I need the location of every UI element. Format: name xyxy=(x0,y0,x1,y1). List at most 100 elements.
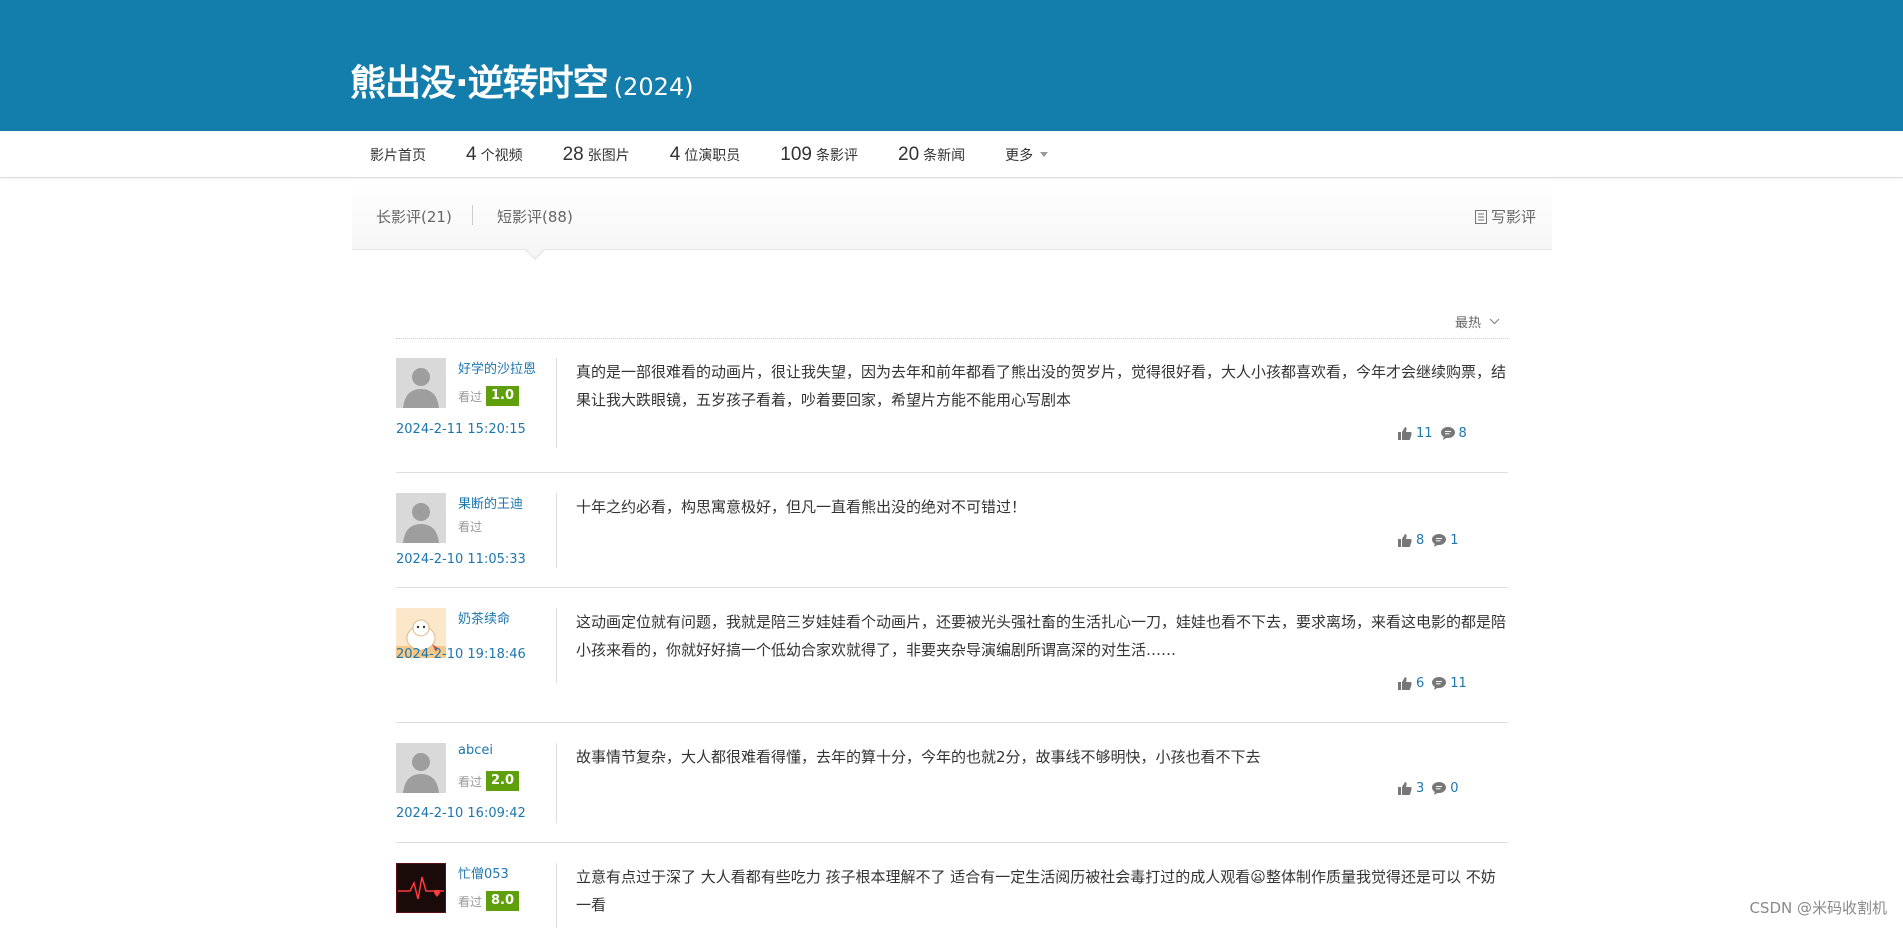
default-user-avatar-icon xyxy=(396,358,446,408)
nav-images-label: 张图片 xyxy=(587,147,630,164)
review-username[interactable]: 好学的沙拉恩 xyxy=(458,358,536,377)
review-date[interactable]: 2024-2-10 19:18:46 xyxy=(396,647,526,662)
comment-icon[interactable] xyxy=(1440,427,1455,440)
default-user-avatar-icon xyxy=(396,493,446,543)
movie-nav-bar: 影片首页 4 个视频 28 张图片 4 位演职员 109 条影评 20 条新闻 更多 xyxy=(0,131,1903,178)
review-date[interactable]: 2024-2-11 15:20:15 xyxy=(396,422,526,437)
nav-videos-label: 个视频 xyxy=(480,147,523,164)
column-divider xyxy=(556,493,557,568)
watched-status: 看过 8.0 xyxy=(458,891,520,911)
review-username[interactable]: 奶茶续命 xyxy=(458,608,510,627)
thumbs-up-icon[interactable] xyxy=(1398,782,1412,795)
sort-label: 最热 xyxy=(1455,316,1482,331)
review-username[interactable]: 忙僧053 xyxy=(458,863,509,882)
review-date[interactable]: 2024-2-10 16:09:42 xyxy=(396,806,526,821)
review-date[interactable]: 2024-2-10 11:05:33 xyxy=(396,552,526,567)
like-count: 8 xyxy=(1416,533,1425,548)
review-content: 立意有点过于深了 大人看都有些吃力 孩子根本理解不了 适合有一定生活阅历被社会毒… xyxy=(576,868,1496,914)
nav-images[interactable]: 28 张图片 xyxy=(563,144,630,166)
nav-images-count: 28 xyxy=(562,143,584,165)
watched-label: 看过 xyxy=(458,520,483,534)
comment-count: 0 xyxy=(1450,781,1459,796)
review-item: 果断的王迪 看过 2024-2-10 11:05:33 十年之约必看，构思寓意极… xyxy=(396,473,1508,588)
thumbs-up-icon[interactable] xyxy=(1398,427,1412,440)
nav-reviews[interactable]: 109 条影评 xyxy=(780,144,858,166)
write-review-label: 写影评 xyxy=(1490,208,1536,226)
like-count: 3 xyxy=(1416,781,1425,796)
review-actions: 8 1 xyxy=(1398,533,1467,548)
avatar[interactable] xyxy=(396,358,446,408)
column-divider xyxy=(556,358,557,448)
active-tab-pointer-fill xyxy=(525,248,545,258)
nav-home[interactable]: 影片首页 xyxy=(370,145,426,165)
nav-reviews-label: 条影评 xyxy=(816,147,858,164)
nav-more-label: 更多 xyxy=(1005,147,1034,164)
heartbeat-avatar-icon xyxy=(396,863,446,913)
write-review-button[interactable]: 写影评 xyxy=(1474,206,1536,227)
comment-count: 11 xyxy=(1450,676,1467,691)
review-username[interactable]: 果断的王迪 xyxy=(458,493,523,512)
nav-news-label: 条新闻 xyxy=(923,147,966,164)
avatar[interactable] xyxy=(396,863,446,913)
nav-videos[interactable]: 4 个视频 xyxy=(466,144,523,166)
review-item: 奶茶续命 2024-2-10 19:18:46 这动画定位就有问题，我就是陪三岁… xyxy=(396,588,1508,723)
watched-label: 看过 xyxy=(458,389,483,404)
comment-icon[interactable] xyxy=(1432,677,1447,690)
tab-divider xyxy=(472,205,473,225)
column-divider xyxy=(556,743,557,823)
comment-icon[interactable] xyxy=(1432,534,1447,547)
like-count: 11 xyxy=(1416,426,1433,441)
nav-items: 影片首页 4 个视频 28 张图片 4 位演职员 109 条影评 20 条新闻 更多 xyxy=(370,131,1049,178)
review-item: 好学的沙拉恩 看过 1.0 2024-2-11 15:20:15 真的是一部很难… xyxy=(396,338,1508,473)
comment-icon[interactable] xyxy=(1432,782,1447,795)
document-icon xyxy=(1474,209,1487,224)
avatar[interactable] xyxy=(396,743,446,793)
review-content: 真的是一部很难看的动画片，很让我失望，因为去年和前年都看了熊出没的贺岁片，觉得很… xyxy=(576,363,1507,409)
nav-cast-count: 4 xyxy=(669,143,681,165)
review-actions: 3 0 xyxy=(1398,781,1467,796)
movie-title-text: 熊出没·逆转时空 xyxy=(350,63,609,104)
column-divider xyxy=(556,863,557,928)
chevron-down-icon xyxy=(1489,318,1500,325)
tab-long-reviews[interactable]: 长影评(21) xyxy=(376,206,452,227)
score-badge: 1.0 xyxy=(486,386,520,406)
sort-dropdown[interactable]: 最热 xyxy=(1455,312,1500,331)
nav-news-count: 20 xyxy=(898,143,920,165)
review-item: 忙僧053 看过 8.0 立意有点过于深了 大人看都有些吃力 孩子根本理解不了 … xyxy=(396,843,1508,928)
nav-reviews-count: 109 xyxy=(780,143,812,165)
movie-year: (2024) xyxy=(613,73,694,101)
watched-status: 看过 xyxy=(458,518,482,535)
review-username[interactable]: abcei xyxy=(458,743,493,758)
thumbs-up-icon[interactable] xyxy=(1398,534,1412,547)
nav-more-dropdown[interactable]: 更多 xyxy=(1005,145,1049,165)
watched-status: 看过 1.0 xyxy=(458,386,520,406)
review-actions: 11 8 xyxy=(1398,426,1475,441)
comment-count: 1 xyxy=(1450,533,1459,548)
like-count: 6 xyxy=(1416,676,1425,691)
review-item: abcei 看过 2.0 2024-2-10 16:09:42 故事情节复杂，大… xyxy=(396,723,1508,843)
score-badge: 2.0 xyxy=(486,771,520,791)
nav-cast[interactable]: 4 位演职员 xyxy=(670,144,741,166)
avatar[interactable] xyxy=(396,493,446,543)
comment-count: 8 xyxy=(1458,426,1467,441)
nav-cast-label: 位演职员 xyxy=(684,147,741,164)
score-badge: 8.0 xyxy=(486,891,520,911)
review-type-tabs: 长影评(21) 短影评(88) 写影评 xyxy=(352,180,1552,260)
default-user-avatar-icon xyxy=(396,743,446,793)
watched-label: 看过 xyxy=(458,774,483,789)
movie-title: 熊出没·逆转时空 (2024) xyxy=(350,54,694,106)
review-content: 十年之约必看，构思寓意极好，但凡一直看熊出没的绝对不可错过！ xyxy=(576,498,1027,516)
watched-status: 看过 2.0 xyxy=(458,771,520,791)
nav-videos-count: 4 xyxy=(466,143,477,165)
review-content: 故事情节复杂，大人都很难看得懂，去年的算十分，今年的也就2分，故事线不够明快，小… xyxy=(576,748,1261,766)
column-divider xyxy=(556,608,557,683)
csdn-watermark: CSDN @米码收割机 xyxy=(1749,899,1887,917)
thumbs-up-icon[interactable] xyxy=(1398,677,1412,690)
review-actions: 6 11 xyxy=(1398,676,1475,691)
caret-down-icon xyxy=(1040,152,1049,157)
nav-home-label: 影片首页 xyxy=(370,147,426,164)
tab-short-reviews[interactable]: 短影评(88) xyxy=(497,206,573,227)
watched-label: 看过 xyxy=(458,894,483,909)
review-content: 这动画定位就有问题，我就是陪三岁娃娃看个动画片，还要被光头强社畜的生活扎心一刀，… xyxy=(576,613,1507,659)
nav-news[interactable]: 20 条新闻 xyxy=(898,144,965,166)
